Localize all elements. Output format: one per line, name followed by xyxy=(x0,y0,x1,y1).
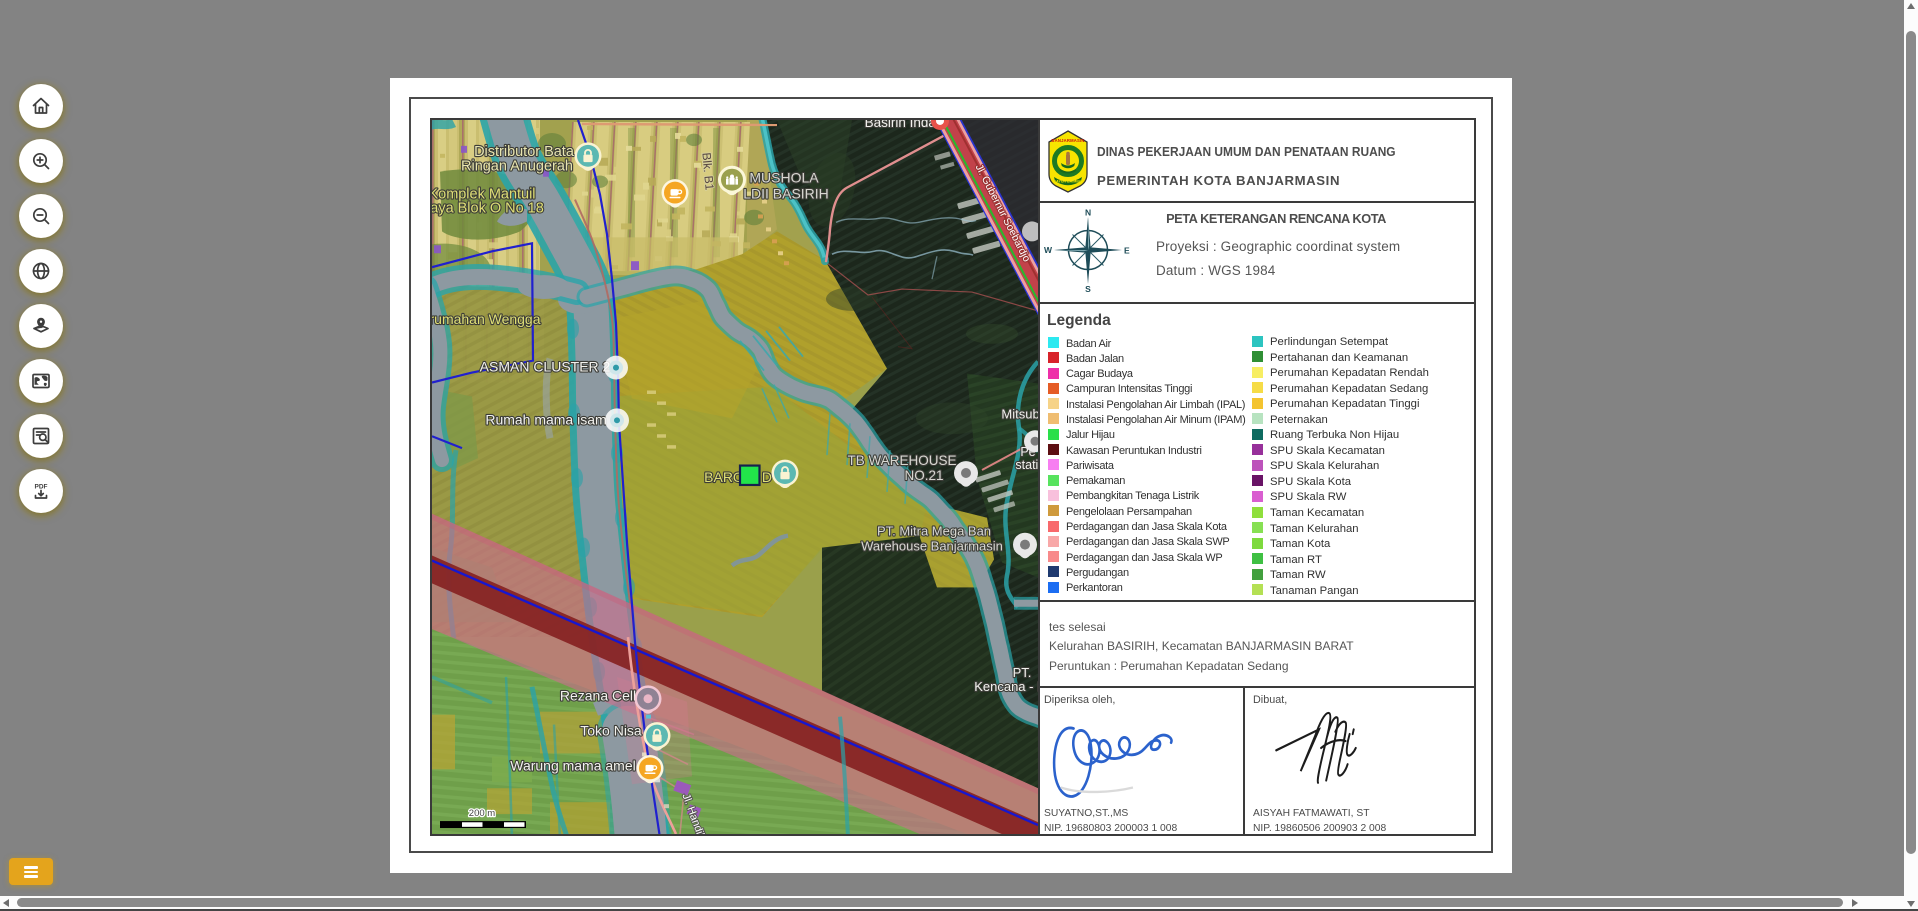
svg-text:KAYUH BAIMBAI: KAYUH BAIMBAI xyxy=(1054,180,1083,184)
svg-text:BARO: BARO xyxy=(704,469,744,485)
svg-text:rumahan Wengga: rumahan Wengga xyxy=(432,311,541,327)
svg-text:D: D xyxy=(762,469,772,485)
svg-text:Mitsubi: Mitsubi xyxy=(1001,406,1038,421)
svg-text:Rumah mama isam: Rumah mama isam xyxy=(485,411,606,427)
svg-text:ASMAN CLUSTER 2: ASMAN CLUSTER 2 xyxy=(480,359,611,375)
svg-text:Warung mama amel: Warung mama amel xyxy=(510,757,635,773)
svg-text:Distributor Bata: Distributor Bata xyxy=(474,144,575,160)
svg-text:MUSHOLA: MUSHOLA xyxy=(749,170,819,186)
svg-text:NO.21: NO.21 xyxy=(905,468,944,483)
svg-text:static: static xyxy=(1015,458,1038,472)
svg-text:PT.: PT. xyxy=(1013,665,1032,680)
svg-text:Toko Nisa: Toko Nisa xyxy=(580,723,642,739)
svg-text:Warehouse Banjarmasin: Warehouse Banjarmasin xyxy=(861,539,1003,554)
svg-text:PT. Mitra Mega Ban: PT. Mitra Mega Ban xyxy=(877,524,991,539)
svg-text:Rezana Cell: Rezana Cell xyxy=(560,688,636,704)
svg-text:W: W xyxy=(1044,245,1053,255)
svg-text:TB WAREHOUSE: TB WAREHOUSE xyxy=(848,453,957,468)
svg-text:aya Blok O No 18: aya Blok O No 18 xyxy=(432,201,544,217)
svg-text:E: E xyxy=(1124,246,1130,256)
svg-text:LDII BASIRIH: LDII BASIRIH xyxy=(743,186,829,202)
svg-text:S: S xyxy=(1085,284,1091,294)
svg-text:Ringan Anugerah: Ringan Anugerah xyxy=(461,159,573,175)
svg-text:PDF: PDF xyxy=(35,484,48,491)
svg-text:Kencana - E: Kencana - E xyxy=(974,679,1038,694)
svg-text:BANJARMASIN: BANJARMASIN xyxy=(1051,138,1084,143)
svg-text:200 m: 200 m xyxy=(469,808,496,819)
svg-text:N: N xyxy=(1085,208,1091,218)
